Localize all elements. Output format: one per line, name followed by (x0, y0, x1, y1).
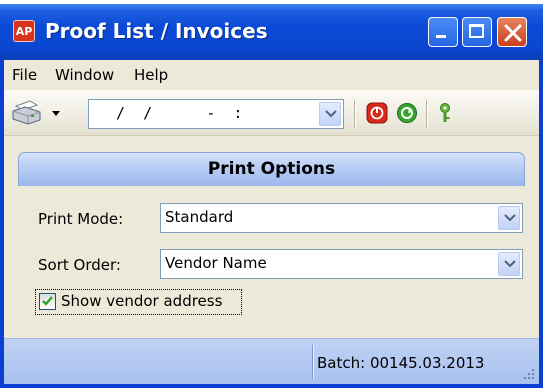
resize-grip-icon[interactable] (522, 367, 536, 381)
status-bar: Batch: 00145.03.2013 (4, 338, 539, 384)
sort-order-select[interactable]: Vendor Name (160, 249, 523, 279)
date-time-value: / / - : (107, 104, 243, 122)
date-dropdown-button[interactable] (319, 102, 341, 126)
client-area: File Window Help / / - : Print Options P… (4, 60, 539, 384)
toolbar: / / - : (4, 90, 539, 136)
menu-file[interactable]: File (12, 66, 37, 84)
print-mode-select[interactable]: Standard (160, 203, 523, 233)
chevron-down-icon (325, 110, 337, 118)
printer-icon (12, 100, 60, 125)
print-mode-dropdown-button[interactable] (498, 206, 520, 230)
window-title: Proof List / Invoices (45, 19, 268, 43)
checkmark-icon (42, 296, 53, 306)
title-bar[interactable]: AP Proof List / Invoices (0, 4, 543, 60)
minimize-button[interactable] (428, 17, 458, 47)
chevron-down-icon (504, 214, 516, 222)
menu-bar: File Window Help (4, 60, 539, 90)
stop-icon (366, 102, 388, 124)
toolbar-separator (354, 100, 356, 128)
menu-help[interactable]: Help (134, 66, 168, 84)
go-icon (397, 103, 417, 123)
print-mode-value: Standard (165, 208, 234, 226)
show-vendor-address-checkbox[interactable] (39, 293, 56, 310)
menu-window[interactable]: Window (55, 66, 114, 84)
app-icon: AP (13, 20, 35, 42)
toolbar-separator (426, 100, 428, 128)
status-divider (312, 345, 314, 379)
sort-order-label: Sort Order: (38, 256, 121, 274)
close-icon (504, 24, 522, 42)
chevron-down-icon (504, 260, 516, 268)
maximize-button[interactable] (462, 17, 492, 47)
key-button[interactable] (434, 102, 456, 124)
sort-order-value: Vendor Name (165, 254, 267, 272)
batch-status: Batch: 00145.03.2013 (317, 354, 485, 372)
stop-button[interactable] (366, 102, 388, 124)
sort-order-dropdown-button[interactable] (498, 252, 520, 276)
panel-header: Print Options (18, 152, 525, 186)
dropdown-arrow-icon (52, 111, 60, 116)
print-mode-label: Print Mode: (38, 210, 124, 228)
show-vendor-address-label[interactable]: Show vendor address (61, 292, 222, 310)
date-time-combobox[interactable]: / / - : (88, 99, 344, 129)
go-button[interactable] (396, 102, 418, 124)
print-button[interactable] (10, 98, 70, 128)
close-button[interactable] (497, 17, 527, 47)
key-icon (440, 103, 450, 122)
app-window: AP Proof List / Invoices File Window Hel… (0, 4, 543, 388)
